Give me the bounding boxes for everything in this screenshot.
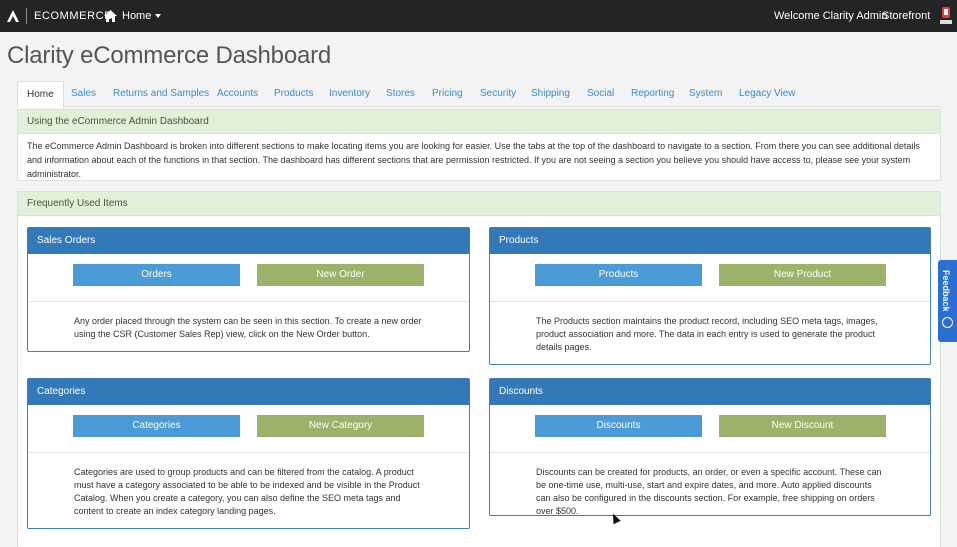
brand-logo-icon bbox=[7, 10, 19, 22]
categories-button[interactable]: Categories bbox=[73, 415, 240, 437]
intro-text: The eCommerce Admin Dashboard is broken … bbox=[27, 141, 920, 179]
new-category-button[interactable]: New Category bbox=[257, 415, 424, 437]
welcome-text: Welcome Clarity Admin bbox=[774, 10, 888, 22]
chevron-down-icon bbox=[155, 14, 162, 18]
tab-inventory[interactable]: Inventory bbox=[329, 81, 370, 107]
card-discounts: Discounts Discounts New Discount Discoun… bbox=[489, 378, 931, 516]
feedback-icon bbox=[942, 317, 953, 328]
new-discount-button[interactable]: New Discount bbox=[719, 415, 886, 437]
home-icon bbox=[104, 10, 117, 22]
intro-heading: Using the eCommerce Admin Dashboard bbox=[18, 110, 940, 134]
home-menu[interactable]: Home bbox=[104, 0, 162, 32]
card-description: Any order placed through the system can … bbox=[74, 316, 422, 339]
tab-pricing[interactable]: Pricing bbox=[432, 81, 463, 107]
card-categories: Categories Categories New Category Categ… bbox=[27, 378, 470, 529]
card-title: Products bbox=[490, 228, 930, 254]
tab-stores[interactable]: Stores bbox=[386, 81, 415, 107]
top-navbar: ECOMMERCE Home Welcome Clarity Admin Sto… bbox=[0, 0, 957, 32]
storefront-link[interactable]: Storefront bbox=[882, 0, 930, 32]
tab-reporting[interactable]: Reporting bbox=[631, 81, 674, 107]
new-product-button[interactable]: New Product bbox=[719, 264, 886, 286]
tab-products[interactable]: Products bbox=[274, 81, 313, 107]
storefront-logo-icon[interactable] bbox=[940, 7, 952, 25]
new-order-button[interactable]: New Order bbox=[257, 264, 424, 286]
brand-divider bbox=[26, 8, 27, 24]
card-sales-orders: Sales Orders Orders New Order Any order … bbox=[27, 227, 470, 352]
tab-accounts[interactable]: Accounts bbox=[217, 81, 258, 107]
intro-panel: Using the eCommerce Admin Dashboard The … bbox=[17, 109, 941, 181]
discounts-button[interactable]: Discounts bbox=[535, 415, 702, 437]
tab-system[interactable]: System bbox=[689, 81, 722, 107]
card-description: The Products section maintains the produ… bbox=[536, 316, 878, 352]
feedback-label: Feedback bbox=[941, 270, 951, 312]
card-title: Discounts bbox=[490, 379, 930, 405]
frequent-items-heading: Frequently Used Items bbox=[18, 192, 940, 216]
feedback-tab[interactable]: Feedback bbox=[938, 260, 957, 342]
card-description: Discounts can be created for products, a… bbox=[536, 467, 882, 516]
section-tabs: Home Sales Returns and Samples Accounts … bbox=[17, 81, 941, 108]
card-title: Sales Orders bbox=[28, 228, 469, 254]
tab-legacy-view[interactable]: Legacy View bbox=[739, 81, 796, 107]
tab-shipping[interactable]: Shipping bbox=[531, 81, 570, 107]
card-actions: Categories New Category bbox=[28, 405, 469, 453]
products-button[interactable]: Products bbox=[535, 264, 702, 286]
home-menu-label: Home bbox=[122, 10, 152, 22]
card-description: Categories are used to group products an… bbox=[74, 467, 420, 516]
card-actions: Discounts New Discount bbox=[490, 405, 930, 453]
tab-sales[interactable]: Sales bbox=[71, 81, 96, 107]
brand[interactable]: ECOMMERCE bbox=[6, 0, 112, 32]
tab-returns-and-samples[interactable]: Returns and Samples bbox=[113, 81, 209, 107]
brand-name: ECOMMERCE bbox=[34, 10, 113, 22]
tab-security[interactable]: Security bbox=[480, 81, 516, 107]
card-title: Categories bbox=[28, 379, 469, 405]
card-actions: Orders New Order bbox=[28, 254, 469, 302]
tab-home[interactable]: Home bbox=[17, 81, 64, 108]
tab-social[interactable]: Social bbox=[587, 81, 614, 107]
page-title: Clarity eCommerce Dashboard bbox=[7, 42, 332, 69]
card-products: Products Products New Product The Produc… bbox=[489, 227, 931, 365]
orders-button[interactable]: Orders bbox=[73, 264, 240, 286]
card-actions: Products New Product bbox=[490, 254, 930, 302]
